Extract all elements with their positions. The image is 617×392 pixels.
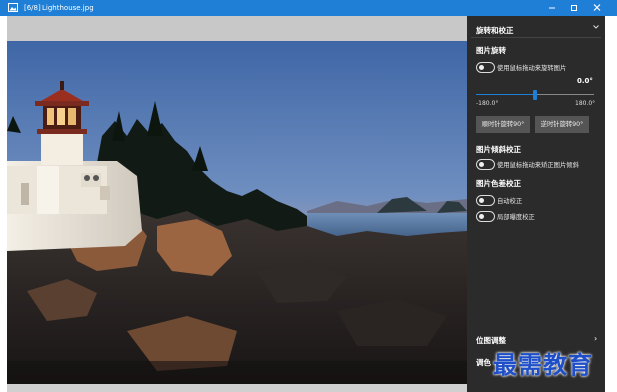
file-name: Lighthouse.jpg: [42, 4, 94, 12]
close-icon[interactable]: [590, 2, 604, 14]
rotation-slider[interactable]: [476, 90, 594, 100]
color-section-title: 图片色差校正: [476, 179, 521, 188]
auto-correct-label: 自动校正: [497, 198, 523, 205]
rotation-min-label: -180.0°: [476, 100, 499, 107]
rotate-clockwise-button[interactable]: 顺时针旋转90°: [476, 116, 530, 133]
tilt-section-title: 图片倾斜校正: [476, 145, 521, 154]
slider-thumb[interactable]: [533, 90, 537, 100]
toggle-knob: [479, 65, 484, 70]
picture-icon: [8, 3, 18, 12]
rotate-drag-label: 使用鼠标拖动来旋转图片: [497, 65, 567, 72]
lighthouse-photo: [7, 41, 467, 384]
rotate-correct-panel: 旋转和校正 图片旋转 使用鼠标拖动来旋转图片 0.0° -180.0° 180.…: [467, 16, 605, 392]
image-counter: [6/8]: [24, 4, 41, 12]
toggle-knob: [479, 198, 484, 203]
slider-fill: [476, 94, 535, 95]
rotate-section-title: 图片旋转: [476, 46, 506, 55]
photo-viewer-window: [6/8] Lighthouse.jpg 旋转和校正 图片旋转 使用鼠标拖动来旋…: [0, 0, 617, 392]
watermark-logo: 最需教育: [493, 350, 593, 379]
maximize-icon[interactable]: [567, 2, 581, 14]
local-exposure-label: 局部曝度校正: [497, 214, 535, 221]
tilt-drag-toggle[interactable]: [476, 159, 495, 170]
auto-correct-toggle[interactable]: [476, 195, 495, 206]
chevron-down-icon[interactable]: [592, 23, 600, 31]
rotate-drag-toggle[interactable]: [476, 62, 495, 73]
tone-item[interactable]: 调色: [476, 357, 491, 368]
rotation-max-label: 180.0°: [575, 100, 596, 107]
divider: [471, 37, 601, 38]
rotate-counterclockwise-button[interactable]: 逆时针旋转90°: [535, 116, 589, 133]
minimize-icon[interactable]: [545, 2, 559, 14]
chevron-right-icon[interactable]: ›: [594, 334, 597, 343]
tilt-drag-label: 使用鼠标拖动来矫正图片倾斜: [497, 162, 579, 169]
image-viewer[interactable]: [7, 16, 467, 384]
rotation-angle-value: 0.0°: [577, 77, 593, 85]
local-exposure-toggle[interactable]: [476, 211, 495, 222]
title-bar: [6/8] Lighthouse.jpg: [0, 0, 617, 16]
viewer-bottom-bar: [7, 384, 467, 392]
toggle-knob: [479, 214, 484, 219]
panel-header: 旋转和校正: [476, 26, 514, 35]
toggle-knob: [479, 162, 484, 167]
